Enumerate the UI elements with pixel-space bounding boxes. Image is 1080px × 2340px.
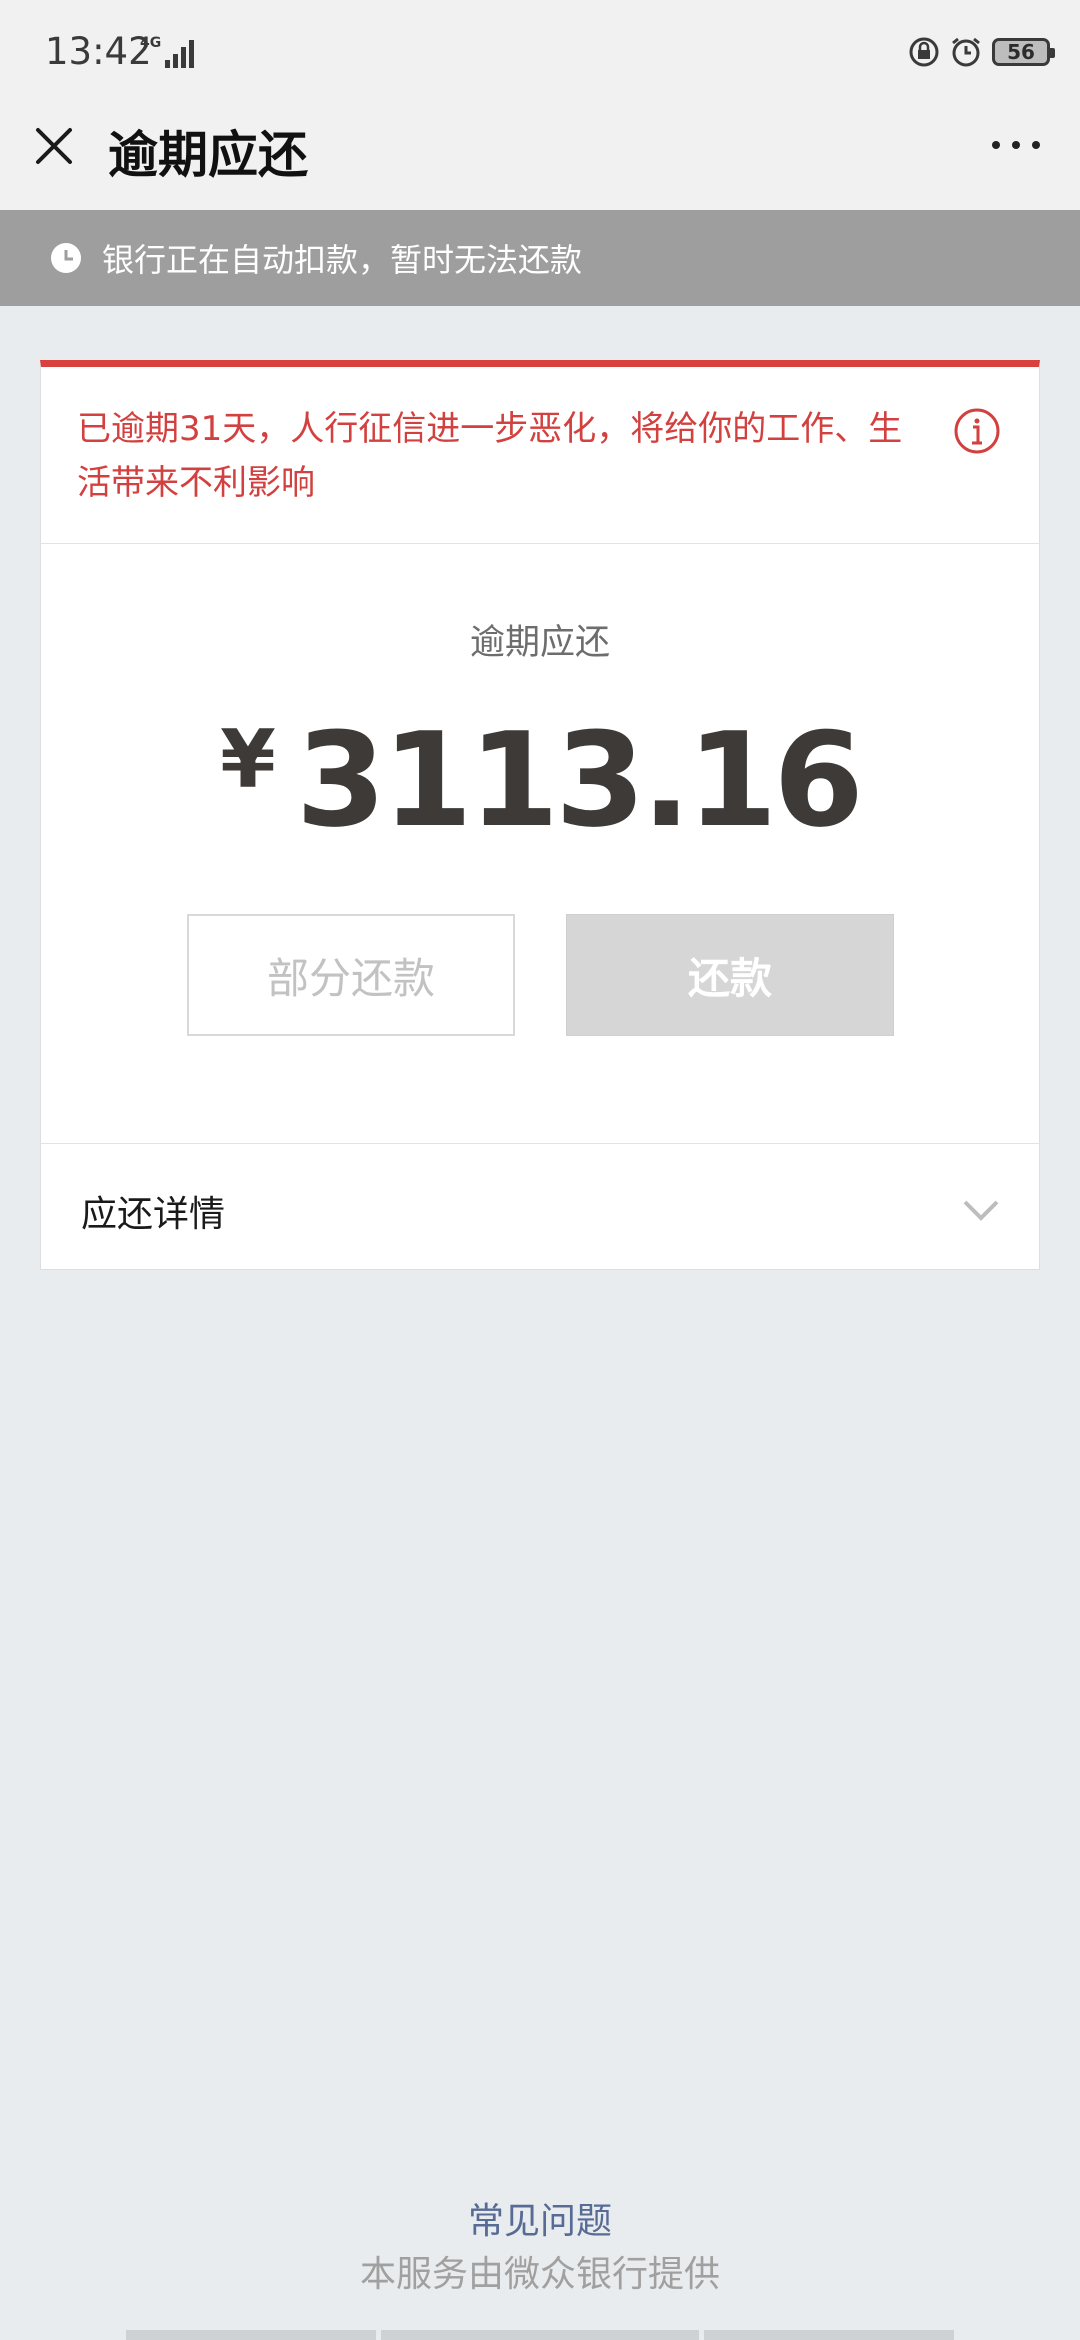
repay-button[interactable]: 还款 bbox=[566, 914, 894, 1036]
network-type: 4G bbox=[140, 35, 162, 51]
battery-icon: 56 bbox=[992, 38, 1055, 66]
more-dot bbox=[1012, 141, 1020, 149]
alarm-icon bbox=[952, 37, 980, 67]
overdue-card: 已逾期31天，人行征信进一步恶化，将给你的工作、生活带来不利影响 逾期应还 ¥3… bbox=[40, 360, 1040, 1270]
clock-icon bbox=[51, 243, 81, 273]
status-time: 13:42 bbox=[45, 30, 152, 73]
overdue-warning: 已逾期31天，人行征信进一步恶化，将给你的工作、生活带来不利影响 bbox=[41, 367, 1039, 544]
signal-icon bbox=[165, 40, 194, 68]
info-icon[interactable] bbox=[953, 407, 1001, 455]
notice-bar: 银行正在自动扣款，暂时无法还款 bbox=[0, 210, 1080, 306]
partial-repay-button[interactable]: 部分还款 bbox=[187, 914, 515, 1036]
details-label: 应还详情 bbox=[81, 1193, 226, 1235]
currency-symbol: ¥ bbox=[220, 713, 276, 806]
bottom-tab-hint bbox=[126, 2330, 376, 2340]
notice-text: 银行正在自动扣款，暂时无法还款 bbox=[102, 241, 583, 279]
bottom-tab-hint bbox=[381, 2330, 699, 2340]
chevron-down-icon bbox=[963, 1200, 999, 1221]
amount-number: 3113.16 bbox=[295, 704, 864, 856]
faq-link[interactable]: 常见问题 bbox=[0, 2192, 1080, 2244]
more-icon[interactable] bbox=[980, 130, 1040, 160]
more-dot bbox=[992, 141, 1000, 149]
amount-label: 逾期应还 bbox=[469, 623, 610, 663]
repayment-details-row[interactable]: 应还详情 bbox=[41, 1144, 1039, 1277]
status-bar: 13:42 4G 56 bbox=[0, 0, 1080, 110]
bottom-tab-hint bbox=[704, 2330, 954, 2340]
warning-text: 已逾期31天，人行征信进一步恶化，将给你的工作、生活带来不利影响 bbox=[77, 409, 903, 503]
page-title: 逾期应还 bbox=[108, 126, 308, 184]
close-icon[interactable] bbox=[30, 122, 78, 170]
amount-value: ¥3113.16 bbox=[41, 704, 1039, 856]
amount-section: 逾期应还 ¥3113.16 部分还款 还款 bbox=[41, 544, 1039, 1144]
battery-level: 56 bbox=[1007, 40, 1035, 64]
status-icons: 56 bbox=[908, 36, 1055, 68]
lock-rotation-icon bbox=[909, 37, 939, 67]
provider-text: 本服务由微众银行提供 bbox=[359, 2254, 720, 2295]
title-bar: 逾期应还 bbox=[0, 110, 1080, 210]
more-dot bbox=[1032, 141, 1040, 149]
